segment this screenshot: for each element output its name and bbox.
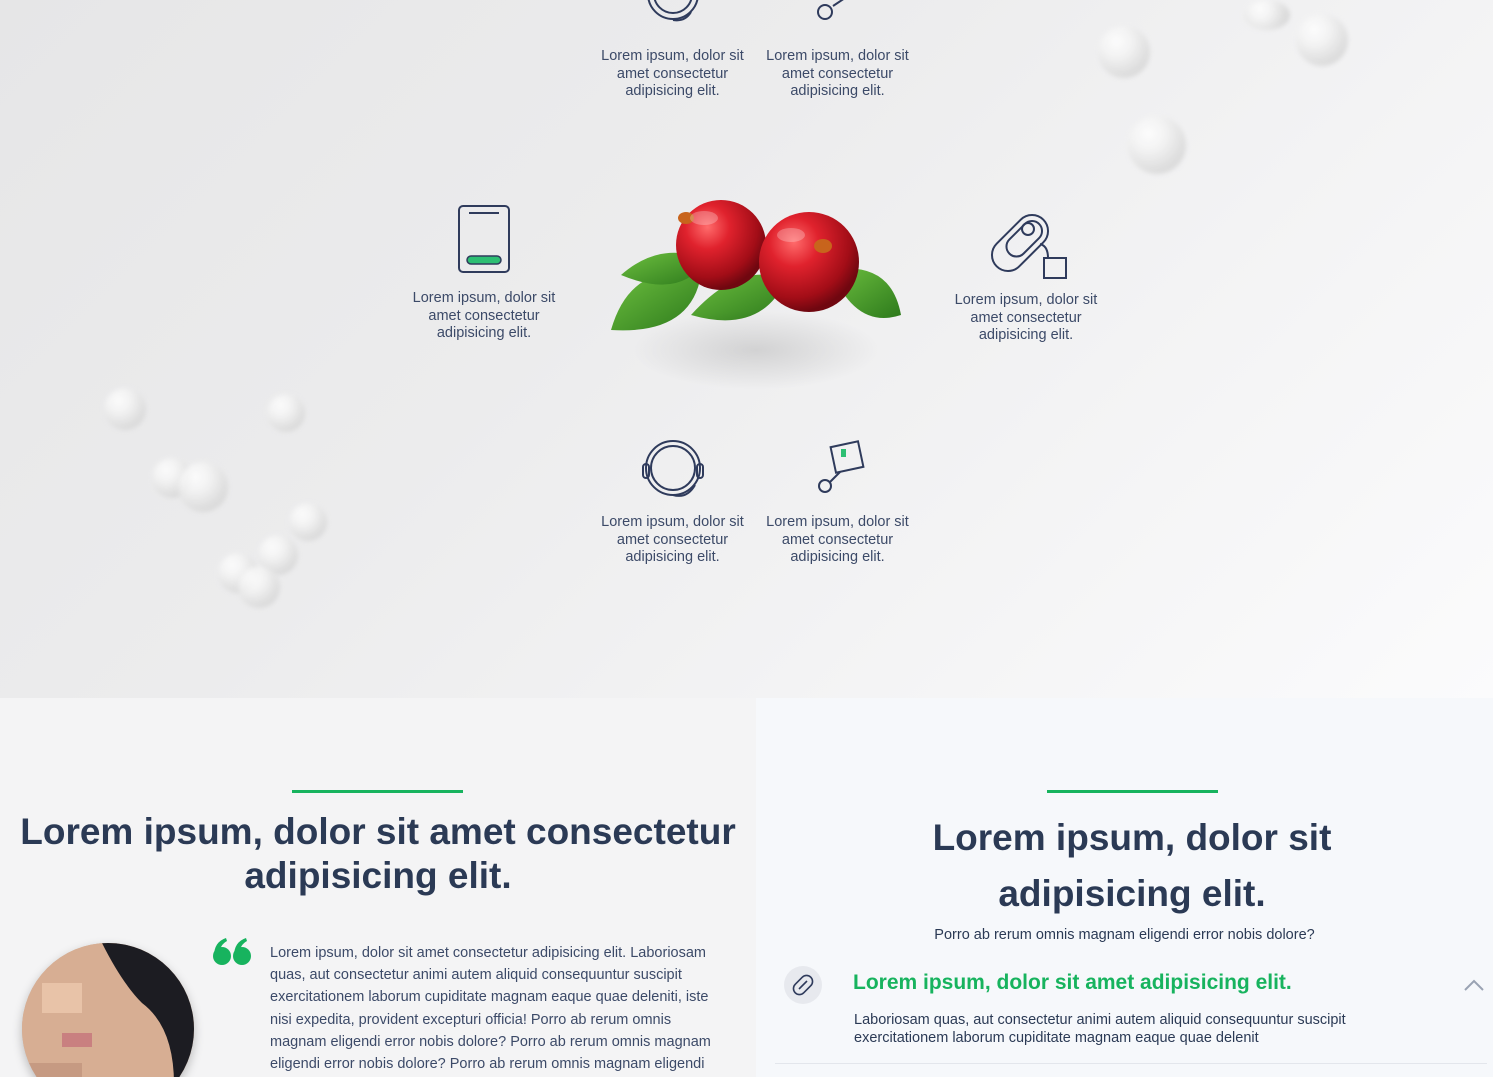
accent-divider	[292, 790, 463, 793]
tag-icon	[816, 0, 844, 20]
feature-text: Lorem ipsum, dolor sit amet consectetur …	[954, 292, 1098, 343]
capsule-icon	[990, 213, 1067, 279]
decorative-pearl	[1244, 0, 1290, 30]
decorative-pearl	[178, 462, 228, 512]
feature-mid-left: Lorem ipsum, dolor sit amet consectetur …	[404, 200, 564, 343]
quote-icon	[213, 938, 251, 965]
accordion-title[interactable]: Lorem ipsum, dolor sit amet adipisicing …	[853, 971, 1292, 995]
testimonial-text: Lorem ipsum, dolor sit amet consectetur …	[270, 945, 711, 1073]
decorative-pearl	[104, 388, 146, 430]
heading-line: Lorem ipsum, dolor sit	[932, 817, 1332, 858]
feature-mid-right: Lorem ipsum, dolor sit amet consectetur …	[946, 200, 1106, 345]
feature-top-right: Lorem ipsum, dolor sit amet consectetur …	[765, 0, 910, 101]
faq-subtext: Porro ab rerum omnis magnam eligendi err…	[934, 927, 1315, 943]
tag-icon	[817, 440, 865, 493]
feature-text: Lorem ipsum, dolor sit amet consectetur …	[601, 514, 744, 565]
feature-top-left: Lorem ipsum, dolor sit amet consectetur …	[600, 0, 745, 101]
decorative-pearl	[267, 394, 305, 432]
feature-text: Lorem ipsum, dolor sit amet consectetur …	[766, 514, 909, 565]
tablet-icon	[458, 205, 510, 273]
accent-divider	[1047, 790, 1218, 793]
headset-icon	[641, 440, 704, 497]
cranberries-image	[591, 190, 919, 405]
faq-heading: Lorem ipsum, dolor sit adipisicing elit.	[756, 810, 1493, 922]
feature-bottom-left: Lorem ipsum, dolor sit amet consectetur …	[600, 436, 745, 567]
pill-icon	[784, 966, 822, 1004]
feature-text: Lorem ipsum, dolor sit amet consectetur …	[601, 48, 744, 99]
feature-bottom-right: Lorem ipsum, dolor sit amet consectetur …	[765, 436, 910, 567]
decorative-pearl	[1098, 26, 1150, 78]
decorative-pearl	[289, 503, 327, 541]
headset-icon	[647, 0, 698, 22]
decorative-pearl	[238, 566, 280, 608]
decorative-pearl	[1128, 116, 1186, 174]
chevron-up-icon[interactable]	[1462, 977, 1486, 993]
testimonial-heading: Lorem ipsum, dolor sit amet consectetur …	[0, 810, 756, 898]
divider	[775, 1063, 1487, 1064]
feature-text: Lorem ipsum, dolor sit amet consectetur …	[412, 290, 556, 341]
heading-line: Lorem ipsum, dolor sit amet consectetur	[20, 811, 736, 852]
accordion-body: Laboriosam quas, aut consectetur animi a…	[854, 1012, 1346, 1046]
heading-line: adipisicing elit.	[998, 873, 1266, 914]
decorative-pearl	[1296, 14, 1348, 66]
heading-line: adipisicing elit.	[244, 855, 512, 896]
hero-section: Lorem ipsum, dolor sit amet consectetur …	[0, 0, 1493, 698]
feature-text: Lorem ipsum, dolor sit amet consectetur …	[766, 48, 909, 99]
